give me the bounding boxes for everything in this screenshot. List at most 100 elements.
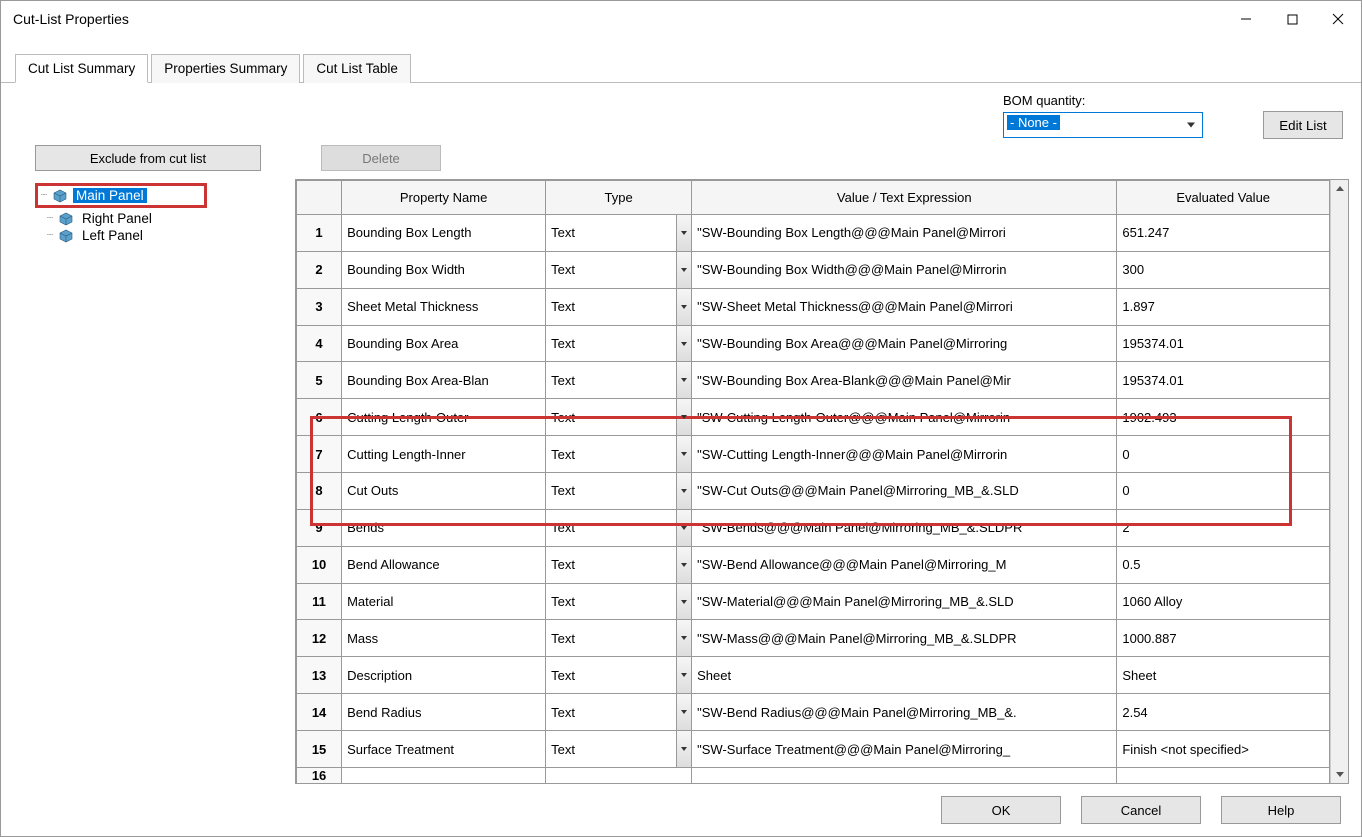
cell-type-dropdown[interactable]: Text xyxy=(546,620,692,657)
cell-value-expression[interactable]: "SW-Bounding Box Width@@@Main Panel@Mirr… xyxy=(692,251,1117,288)
tab-cut-list-summary[interactable]: Cut List Summary xyxy=(15,54,148,83)
table-row[interactable]: 3Sheet Metal ThicknessText"SW-Sheet Meta… xyxy=(297,288,1330,325)
table-row[interactable]: 6Cutting Length-OuterText"SW-Cutting Len… xyxy=(297,399,1330,436)
bom-quantity-select[interactable] xyxy=(1003,112,1203,138)
cell-value-expression[interactable]: "SW-Bend Radius@@@Main Panel@Mirroring_M… xyxy=(692,694,1117,731)
cell-type-dropdown[interactable]: Text xyxy=(546,546,692,583)
table-row[interactable]: 13DescriptionTextSheetSheet xyxy=(297,657,1330,694)
exclude-button[interactable]: Exclude from cut list xyxy=(35,145,261,171)
table-row[interactable]: 12MassText"SW-Mass@@@Main Panel@Mirrorin… xyxy=(297,620,1330,657)
cell-value-expression[interactable]: "SW-Surface Treatment@@@Main Panel@Mirro… xyxy=(692,731,1117,768)
dialog-window: Cut-List Properties Cut List Summary Pro… xyxy=(0,0,1362,837)
cell-type-dropdown[interactable]: Text xyxy=(546,288,692,325)
cell-property-name[interactable]: Bounding Box Area xyxy=(342,325,546,362)
cell-value-expression[interactable]: "SW-Cut Outs@@@Main Panel@Mirroring_MB_&… xyxy=(692,473,1117,510)
table-row[interactable]: 16 xyxy=(297,768,1330,784)
row-number: 2 xyxy=(297,251,342,288)
table-row[interactable]: 11MaterialText"SW-Material@@@Main Panel@… xyxy=(297,583,1330,620)
cell-type-dropdown[interactable]: Text xyxy=(546,583,692,620)
table-row[interactable]: 2Bounding Box WidthText"SW-Bounding Box … xyxy=(297,251,1330,288)
cell-evaluated-value xyxy=(1117,768,1330,784)
tree-item-main-panel[interactable]: ┈ Main Panel xyxy=(41,187,201,204)
cell-evaluated-value: 1.897 xyxy=(1117,288,1330,325)
tree-item-right-panel[interactable]: ┈ Right Panel xyxy=(35,210,275,227)
cell-property-name[interactable]: Bounding Box Width xyxy=(342,251,546,288)
edit-list-button[interactable]: Edit List xyxy=(1263,111,1343,139)
col-header-evaluated[interactable]: Evaluated Value xyxy=(1117,181,1330,215)
vertical-scrollbar[interactable] xyxy=(1330,180,1348,783)
cell-type-dropdown[interactable]: Text xyxy=(546,509,692,546)
col-header-value[interactable]: Value / Text Expression xyxy=(692,181,1117,215)
row-number: 4 xyxy=(297,325,342,362)
cell-property-name[interactable]: Bounding Box Area-Blan xyxy=(342,362,546,399)
cell-property-name[interactable]: Sheet Metal Thickness xyxy=(342,288,546,325)
minimize-button[interactable] xyxy=(1223,4,1269,34)
table-row[interactable]: 14Bend RadiusText"SW-Bend Radius@@@Main … xyxy=(297,694,1330,731)
table-row[interactable]: 1Bounding Box LengthText"SW-Bounding Box… xyxy=(297,215,1330,252)
cell-value-expression[interactable]: "SW-Bounding Box Length@@@Main Panel@Mir… xyxy=(692,215,1117,252)
cell-value-expression[interactable]: "SW-Sheet Metal Thickness@@@Main Panel@M… xyxy=(692,288,1117,325)
cell-type-dropdown[interactable]: Text xyxy=(546,215,692,252)
table-row[interactable]: 8Cut OutsText"SW-Cut Outs@@@Main Panel@M… xyxy=(297,473,1330,510)
properties-grid[interactable]: Property Name Type Value / Text Expressi… xyxy=(296,180,1330,783)
tab-cut-list-table[interactable]: Cut List Table xyxy=(303,54,411,83)
cell-type-dropdown[interactable]: Text xyxy=(546,436,692,473)
cell-type-dropdown[interactable]: Text xyxy=(546,694,692,731)
cutlist-cube-icon xyxy=(51,189,69,203)
table-row[interactable]: 15Surface TreatmentText"SW-Surface Treat… xyxy=(297,731,1330,768)
cell-type-dropdown[interactable]: Text xyxy=(546,399,692,436)
cell-value-expression[interactable]: "SW-Bend Allowance@@@Main Panel@Mirrorin… xyxy=(692,546,1117,583)
cell-evaluated-value: 0 xyxy=(1117,473,1330,510)
cell-value-expression[interactable]: "SW-Bounding Box Area-Blank@@@Main Panel… xyxy=(692,362,1117,399)
ok-button[interactable]: OK xyxy=(941,796,1061,824)
cell-type-dropdown[interactable]: Text xyxy=(546,473,692,510)
top-controls: BOM quantity: - None - Edit List xyxy=(1,93,1361,145)
cell-evaluated-value: 195374.01 xyxy=(1117,362,1330,399)
cell-property-name[interactable]: Mass xyxy=(342,620,546,657)
cell-type-dropdown[interactable]: Text xyxy=(546,251,692,288)
cell-property-name[interactable] xyxy=(342,768,546,784)
cell-evaluated-value: 651.247 xyxy=(1117,215,1330,252)
col-header-name[interactable]: Property Name xyxy=(342,181,546,215)
cell-property-name[interactable]: Bend Allowance xyxy=(342,546,546,583)
cell-evaluated-value: 1060 Alloy xyxy=(1117,583,1330,620)
tree-item-left-panel[interactable]: ┈ Left Panel xyxy=(35,227,275,244)
close-button[interactable] xyxy=(1315,4,1361,34)
cell-type-dropdown[interactable]: Text xyxy=(546,362,692,399)
tab-properties-summary[interactable]: Properties Summary xyxy=(151,54,300,83)
cancel-button[interactable]: Cancel xyxy=(1081,796,1201,824)
cell-type[interactable] xyxy=(546,768,692,784)
help-button[interactable]: Help xyxy=(1221,796,1341,824)
cell-property-name[interactable]: Cutting Length-Inner xyxy=(342,436,546,473)
cell-property-name[interactable]: Bounding Box Length xyxy=(342,215,546,252)
cell-value-expression[interactable]: "SW-Bounding Box Area@@@Main Panel@Mirro… xyxy=(692,325,1117,362)
cell-property-name[interactable]: Surface Treatment xyxy=(342,731,546,768)
cell-property-name[interactable]: Bend Radius xyxy=(342,694,546,731)
cell-value-expression[interactable]: "SW-Cutting Length-Outer@@@Main Panel@Mi… xyxy=(692,399,1117,436)
tree-connector-icon: ┈ xyxy=(41,190,47,201)
maximize-button[interactable] xyxy=(1269,4,1315,34)
cell-evaluated-value: 0 xyxy=(1117,436,1330,473)
cell-type-dropdown[interactable]: Text xyxy=(546,325,692,362)
properties-grid-wrap: Property Name Type Value / Text Expressi… xyxy=(295,179,1349,784)
cell-property-name[interactable]: Material xyxy=(342,583,546,620)
cell-property-name[interactable]: Description xyxy=(342,657,546,694)
cell-property-name[interactable]: Bends xyxy=(342,509,546,546)
cell-value-expression[interactable] xyxy=(692,768,1117,784)
table-row[interactable]: 5Bounding Box Area-BlanText"SW-Bounding … xyxy=(297,362,1330,399)
cell-value-expression[interactable]: "SW-Material@@@Main Panel@Mirroring_MB_&… xyxy=(692,583,1117,620)
cell-type-dropdown[interactable]: Text xyxy=(546,657,692,694)
cell-property-name[interactable]: Cut Outs xyxy=(342,473,546,510)
cell-value-expression[interactable]: Sheet xyxy=(692,657,1117,694)
cell-value-expression[interactable]: "SW-Bends@@@Main Panel@Mirroring_MB_&.SL… xyxy=(692,509,1117,546)
cell-value-expression[interactable]: "SW-Mass@@@Main Panel@Mirroring_MB_&.SLD… xyxy=(692,620,1117,657)
table-row[interactable]: 9BendsText"SW-Bends@@@Main Panel@Mirrori… xyxy=(297,509,1330,546)
table-row[interactable]: 7Cutting Length-InnerText"SW-Cutting Len… xyxy=(297,436,1330,473)
cell-property-name[interactable]: Cutting Length-Outer xyxy=(342,399,546,436)
col-header-rownum[interactable] xyxy=(297,181,342,215)
table-row[interactable]: 10Bend AllowanceText"SW-Bend Allowance@@… xyxy=(297,546,1330,583)
col-header-type[interactable]: Type xyxy=(546,181,692,215)
table-row[interactable]: 4Bounding Box AreaText"SW-Bounding Box A… xyxy=(297,325,1330,362)
cell-value-expression[interactable]: "SW-Cutting Length-Inner@@@Main Panel@Mi… xyxy=(692,436,1117,473)
cell-type-dropdown[interactable]: Text xyxy=(546,731,692,768)
